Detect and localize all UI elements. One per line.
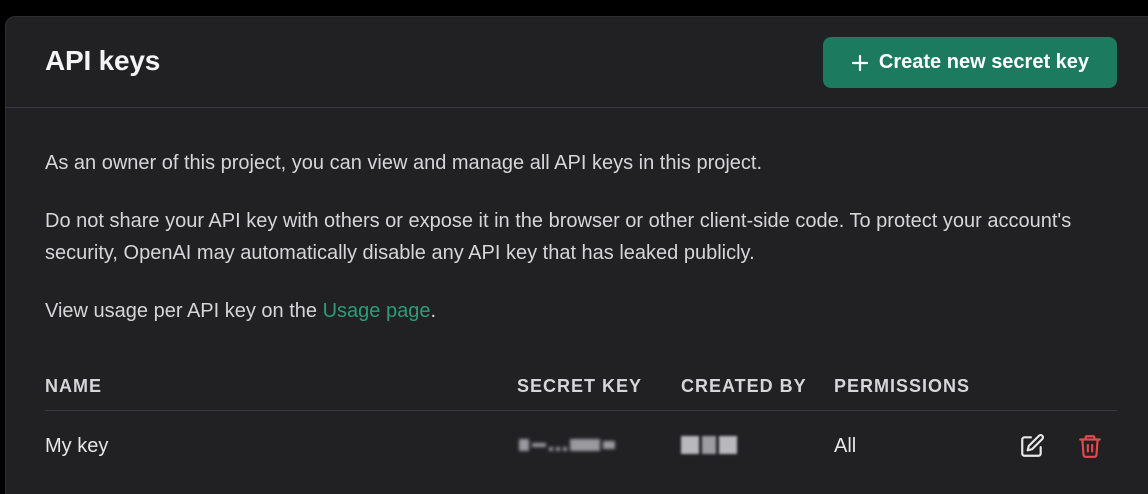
column-header-created-by: CREATED BY [681, 376, 807, 396]
trash-icon [1079, 435, 1101, 458]
key-permissions: All [834, 435, 857, 457]
security-warning: Do not share your API key with others or… [45, 210, 1072, 264]
redacted-created-by [681, 435, 747, 455]
table-header: NAME SECRET KEY CREATED BY PERMISSIONS [45, 372, 1117, 411]
edit-icon [1021, 434, 1044, 457]
page-header: API keys Create new secret key [6, 17, 1148, 108]
row-actions [1017, 431, 1105, 461]
table-row: My key All [45, 411, 1117, 483]
owner-description: As an owner of this project, you can vie… [45, 152, 763, 174]
usage-note-suffix: . [430, 300, 437, 322]
page-title: API keys [45, 45, 161, 76]
edit-key-button[interactable] [1017, 431, 1047, 461]
create-new-secret-key-button[interactable]: Create new secret key [823, 37, 1117, 88]
plus-icon [851, 54, 869, 71]
usage-note: View usage per API key on the Usage page… [45, 295, 1105, 327]
column-header-secret-key: SECRET KEY [517, 376, 643, 396]
key-name: My key [45, 435, 109, 457]
delete-key-button[interactable] [1075, 431, 1105, 461]
redacted-secret-key [519, 437, 643, 453]
api-keys-table: NAME SECRET KEY CREATED BY PERMISSIONS M… [45, 372, 1117, 483]
create-button-label: Create new secret key [878, 51, 1090, 73]
column-header-name: NAME [45, 376, 102, 396]
column-header-permissions: PERMISSIONS [834, 376, 971, 396]
api-keys-panel: API keys Create new secret key As an own… [5, 16, 1148, 494]
usage-page-link[interactable]: Usage page [323, 300, 431, 322]
usage-note-prefix: View usage per API key on the [45, 300, 323, 322]
